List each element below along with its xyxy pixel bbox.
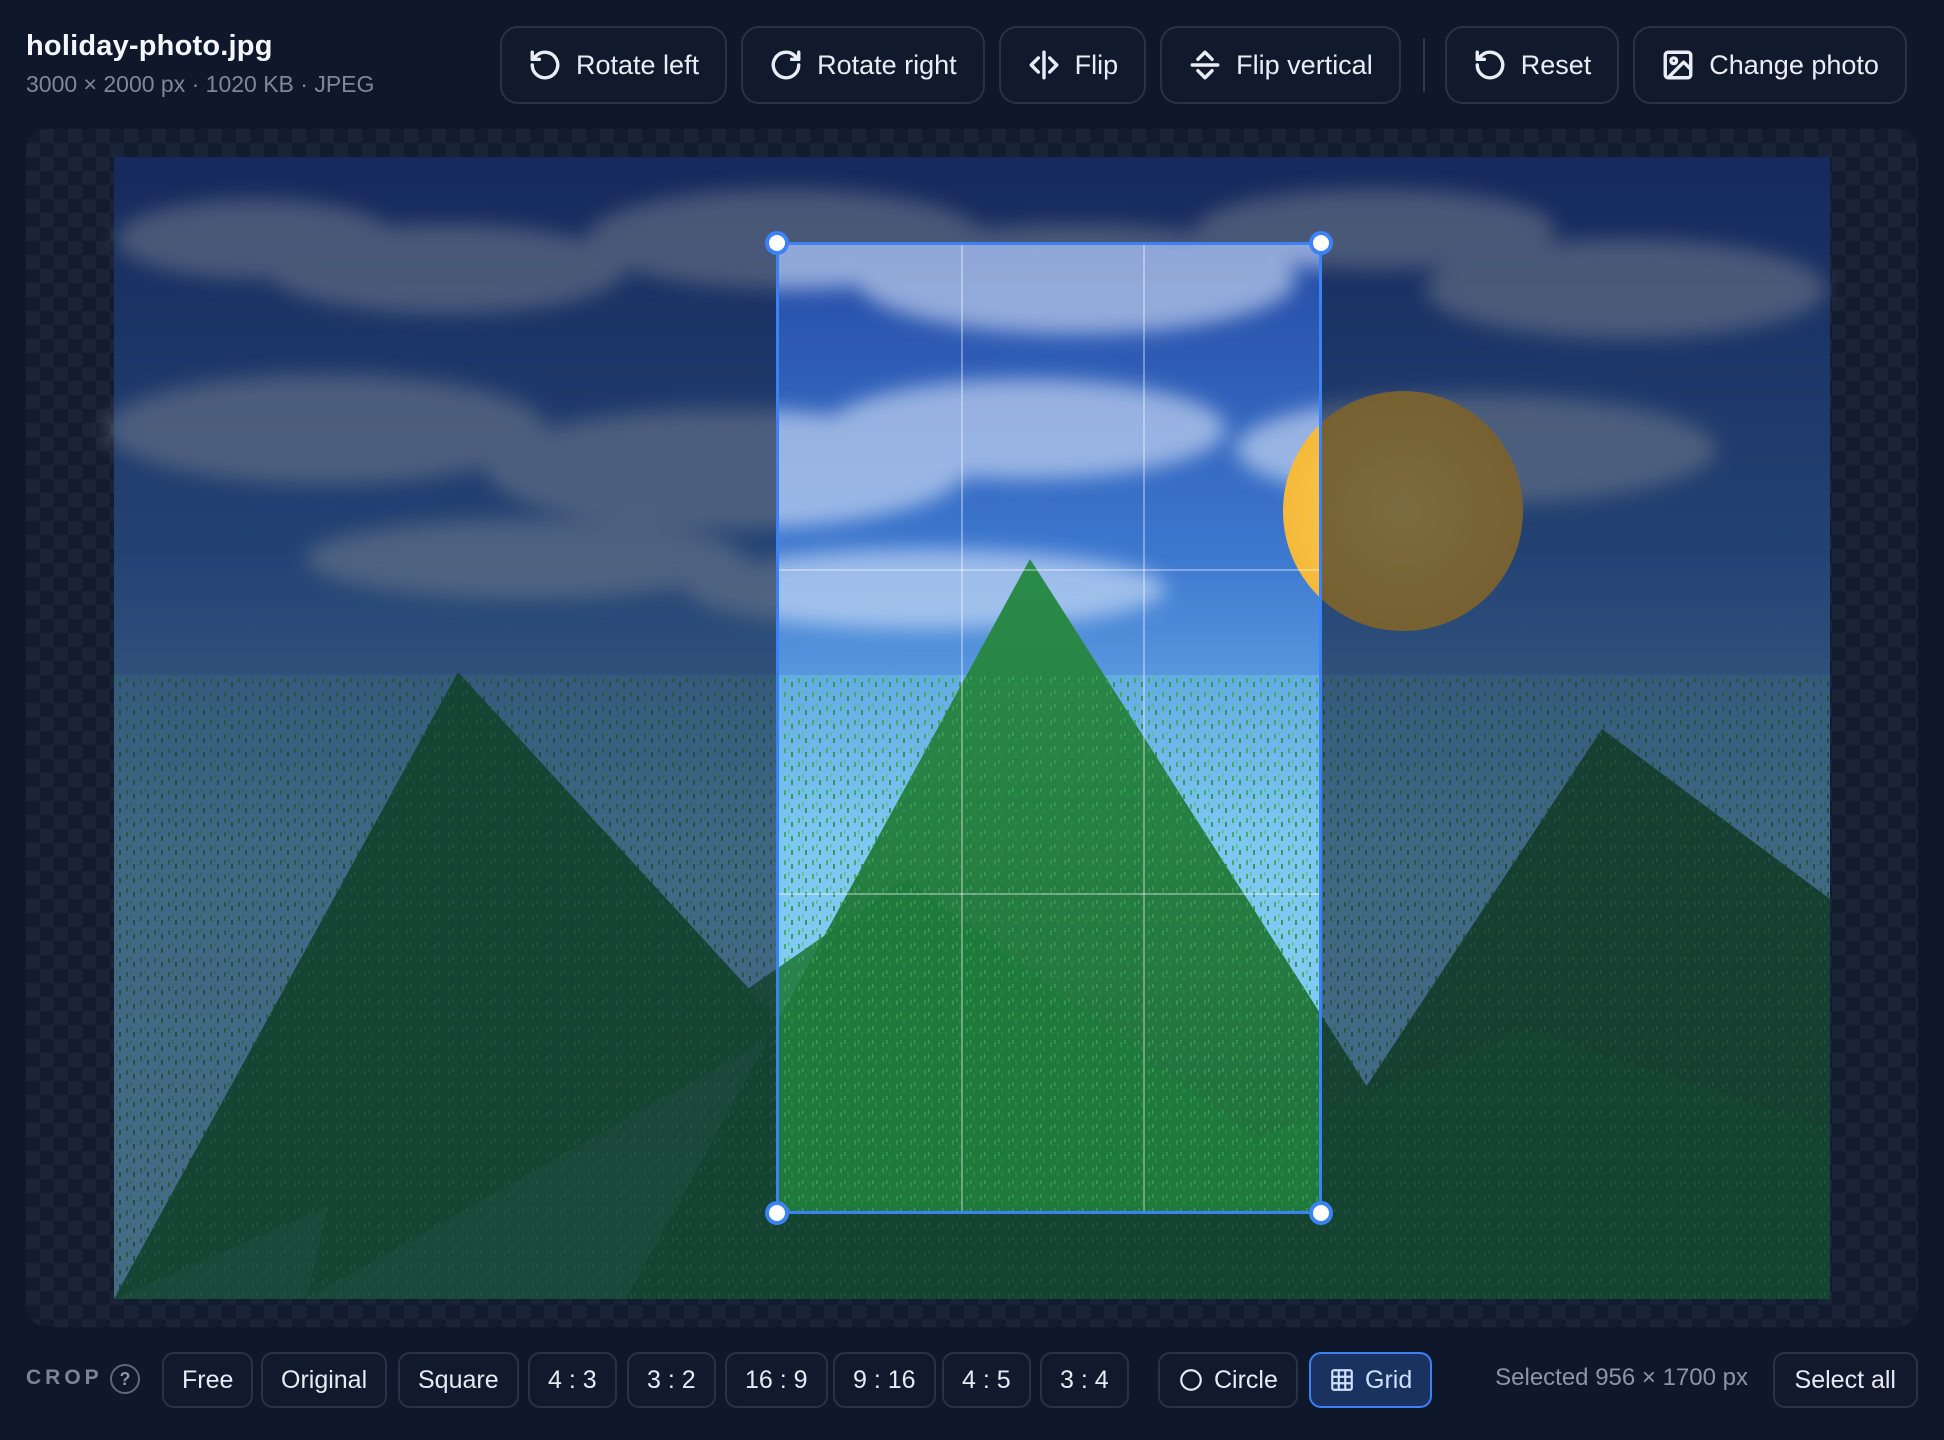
crop-label: CROP <box>26 1366 103 1389</box>
crop-selection[interactable] <box>765 231 1333 1225</box>
reset-button[interactable]: Reset <box>1444 26 1620 104</box>
preset-free[interactable]: Free <box>162 1352 254 1408</box>
grid-toggle[interactable]: Grid <box>1309 1352 1433 1408</box>
crop-handle-top-right[interactable] <box>1309 231 1333 255</box>
rotate-left-button[interactable]: Rotate left <box>500 26 728 104</box>
image-icon <box>1663 50 1693 80</box>
rotate-ccw-icon <box>530 50 560 80</box>
reset-icon <box>1475 50 1505 80</box>
preset-4-5[interactable]: 4 : 5 <box>942 1352 1031 1408</box>
rotate-right-button[interactable]: Rotate right <box>741 26 985 104</box>
preset-3-4[interactable]: 3 : 4 <box>1040 1352 1129 1408</box>
crop-handle-bottom-right[interactable] <box>1309 1201 1333 1225</box>
preset-original[interactable]: Original <box>261 1352 388 1408</box>
preset-3-2[interactable]: 3 : 2 <box>627 1352 716 1408</box>
change-photo-label: Change photo <box>1709 49 1879 80</box>
toolbar: Rotate left Rotate right Flip Flip verti… <box>500 25 1907 105</box>
circle-icon <box>1180 1369 1202 1391</box>
crop-handle-top-left[interactable] <box>765 231 789 255</box>
image-cropper-app: holiday-photo.jpg 3000 × 2000 px · 1020 … <box>0 0 1944 1440</box>
file-info: holiday-photo.jpg 3000 × 2000 px · 1020 … <box>26 30 374 98</box>
grid-label: Grid <box>1365 1365 1413 1394</box>
crop-canvas[interactable] <box>26 129 1918 1327</box>
flip-label: Flip <box>1074 49 1119 80</box>
crop-options-bar: CROP ? Free Original Square 4 : 3 3 : 2 … <box>0 1350 1944 1414</box>
file-meta: 3000 × 2000 px · 1020 KB · JPEG <box>26 71 375 97</box>
flip-button[interactable]: Flip <box>998 26 1147 104</box>
flip-vertical-button[interactable]: Flip vertical <box>1160 26 1401 104</box>
preset-9-16[interactable]: 9 : 16 <box>833 1352 936 1408</box>
toolbar-divider <box>1422 38 1425 92</box>
flip-vertical-icon <box>1190 50 1220 80</box>
circle-toggle[interactable]: Circle <box>1158 1352 1298 1408</box>
grid-line <box>779 569 1319 571</box>
select-all-button[interactable]: Select all <box>1772 1352 1918 1408</box>
crop-handle-bottom-left[interactable] <box>765 1201 789 1225</box>
preset-16-9[interactable]: 16 : 9 <box>725 1352 828 1408</box>
preset-4-3[interactable]: 4 : 3 <box>528 1352 617 1408</box>
grid-icon <box>1331 1369 1353 1391</box>
grid-line <box>1143 245 1145 1211</box>
grid-line <box>961 245 963 1211</box>
grid-line <box>779 893 1319 895</box>
circle-label: Circle <box>1214 1365 1278 1394</box>
rotate-cw-icon <box>771 50 801 80</box>
rotate-left-label: Rotate left <box>576 49 700 80</box>
change-photo-button[interactable]: Change photo <box>1633 26 1907 104</box>
flip-horizontal-icon <box>1029 50 1059 80</box>
preset-square[interactable]: Square <box>398 1352 519 1408</box>
reset-label: Reset <box>1520 49 1592 80</box>
help-icon[interactable]: ? <box>110 1364 140 1394</box>
rotate-right-label: Rotate right <box>817 49 957 80</box>
selection-size: Selected 956 × 1700 px <box>1495 1364 1748 1391</box>
flip-vertical-label: Flip vertical <box>1236 49 1373 80</box>
file-name: holiday-photo.jpg <box>26 30 273 62</box>
